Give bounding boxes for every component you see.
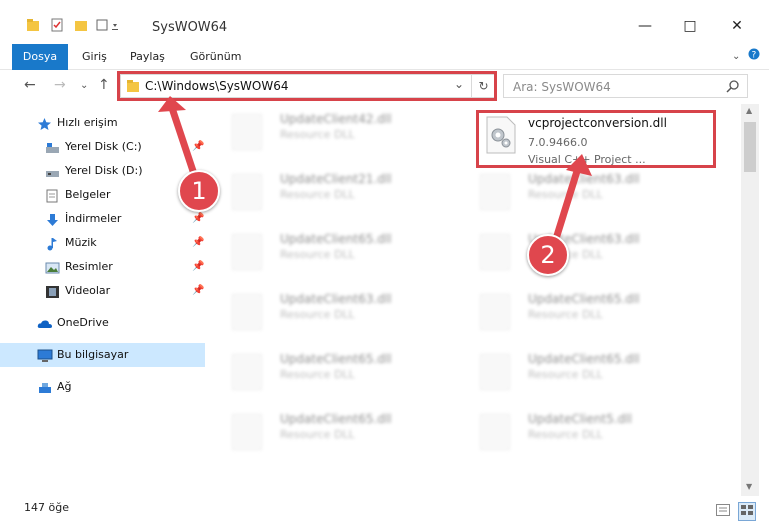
callout-2: 2	[527, 234, 569, 276]
callout-1: 1	[178, 170, 220, 212]
annotation-arrows	[158, 96, 592, 246]
